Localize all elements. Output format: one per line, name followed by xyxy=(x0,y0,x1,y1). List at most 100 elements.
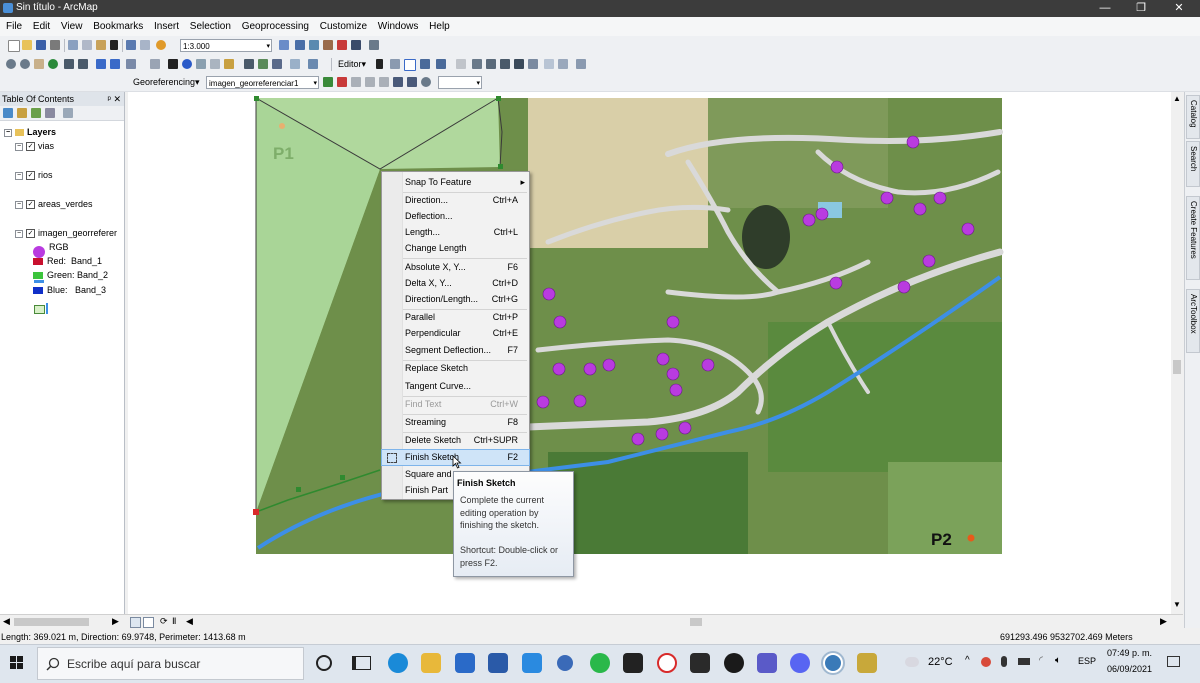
map-scale-combo[interactable]: 1:3.000 ▾ xyxy=(180,39,272,52)
full-extent-icon[interactable] xyxy=(48,59,58,69)
layer-areas-verdes[interactable]: − ✓ areas_verdes xyxy=(15,199,93,210)
cinema-app-icon[interactable] xyxy=(690,653,710,673)
clock-date[interactable]: 06/09/2021 xyxy=(1107,664,1152,674)
create-features-tab[interactable]: Create Features xyxy=(1186,196,1200,280)
editor-menu[interactable]: Editor▾ xyxy=(338,59,366,70)
security-icon[interactable] xyxy=(981,657,991,667)
menu-item-absolute-xy[interactable]: Absolute X, Y... F6 xyxy=(382,260,529,275)
layer-rios[interactable]: − ✓ rios xyxy=(15,170,53,181)
mail-icon[interactable] xyxy=(455,653,475,673)
redo-icon[interactable] xyxy=(140,40,150,50)
file-explorer-icon[interactable] xyxy=(421,653,441,673)
arccatalog-icon[interactable] xyxy=(857,653,877,673)
model-builder-icon[interactable] xyxy=(369,40,379,50)
catalog-tab[interactable]: Catalog xyxy=(1186,95,1200,139)
scale-icon[interactable] xyxy=(365,77,375,87)
back-extent-icon[interactable] xyxy=(96,59,106,69)
map-scroll-right-icon[interactable]: ▶ xyxy=(1160,616,1167,627)
python-window-icon[interactable] xyxy=(351,40,361,50)
windows-start-icon[interactable] xyxy=(10,656,24,670)
menu-insert[interactable]: Insert xyxy=(150,19,183,34)
layer-imagen-georreferenciar[interactable]: − ✓ imagen_georreferer xyxy=(15,228,117,239)
menu-item-direction-length[interactable]: Direction/Length... Ctrl+G xyxy=(382,292,529,307)
menu-view[interactable]: View xyxy=(57,19,87,34)
toc-pin-close[interactable]: ᵖ ✕ xyxy=(108,92,121,106)
xbox-icon[interactable] xyxy=(724,653,744,673)
notion-icon[interactable] xyxy=(623,653,643,673)
create-features-icon[interactable] xyxy=(576,59,586,69)
open-folder-icon[interactable] xyxy=(22,40,32,50)
endpoint-arc-icon[interactable] xyxy=(420,59,430,69)
hyperlink-icon[interactable] xyxy=(196,59,206,69)
straight-segment-icon[interactable] xyxy=(404,59,416,71)
volume-icon[interactable]: 🔈︎ xyxy=(1055,655,1061,666)
menu-item-change-length[interactable]: Change Length xyxy=(382,241,529,256)
battery-icon[interactable] xyxy=(1018,658,1030,665)
minimize-button[interactable]: — xyxy=(1088,0,1122,17)
layer-vias[interactable]: − ✓ vias xyxy=(15,141,54,152)
menu-bookmarks[interactable]: Bookmarks xyxy=(89,19,147,34)
find-icon[interactable] xyxy=(244,59,254,69)
language-indicator[interactable]: ESP xyxy=(1078,656,1096,666)
edit-tool-icon[interactable] xyxy=(376,59,383,69)
georef-input-field[interactable]: ▾ xyxy=(438,76,482,89)
signal-icon[interactable] xyxy=(557,655,573,671)
time-slider-icon[interactable] xyxy=(290,59,300,69)
menu-selection[interactable]: Selection xyxy=(186,19,235,34)
arcmap-taskbar-icon[interactable] xyxy=(821,651,845,675)
discord-icon[interactable] xyxy=(790,653,810,673)
flip-icon[interactable] xyxy=(421,77,431,87)
search-window-icon[interactable] xyxy=(323,40,333,50)
fixed-zoom-out-icon[interactable] xyxy=(78,59,88,69)
shift-icon[interactable] xyxy=(351,77,361,87)
menu-item-streaming[interactable]: Streaming F8 xyxy=(382,415,529,430)
menu-item-length[interactable]: Length... Ctrl+L xyxy=(382,225,529,240)
opera-icon[interactable] xyxy=(657,653,677,673)
refresh-icon[interactable]: ⟳ xyxy=(160,616,168,627)
measure-icon[interactable] xyxy=(224,59,234,69)
fixed-zoom-in-icon[interactable] xyxy=(64,59,74,69)
create-viewer-icon[interactable] xyxy=(308,59,318,69)
whatsapp-icon[interactable] xyxy=(590,653,610,673)
show-hidden-icons-icon[interactable]: ^ xyxy=(965,655,970,666)
map-canvas[interactable]: P1 P2 xyxy=(128,92,1171,614)
sketch-properties-icon[interactable] xyxy=(558,59,568,69)
word-icon[interactable] xyxy=(488,653,508,673)
georef-rotate-icon[interactable] xyxy=(379,77,389,87)
identify-icon[interactable] xyxy=(182,59,192,69)
editor-toolbar-icon[interactable] xyxy=(279,40,289,50)
taskbar-search[interactable]: Escribe aquí para buscar xyxy=(37,647,304,680)
clock-time[interactable]: 07:49 p. m. xyxy=(1107,648,1152,658)
map-horizontal-scrollbar[interactable]: ◀ ▶ ⟳ Ⅱ ◀ ▶ xyxy=(0,614,1183,629)
menu-windows[interactable]: Windows xyxy=(374,19,423,34)
html-popup-icon[interactable] xyxy=(210,59,220,69)
select-features-icon[interactable] xyxy=(126,59,136,69)
teams-icon[interactable] xyxy=(757,653,777,673)
split-tool-icon[interactable] xyxy=(514,59,524,69)
select-elements-icon[interactable] xyxy=(168,59,178,69)
cut-icon[interactable] xyxy=(68,40,78,50)
paste-icon[interactable] xyxy=(96,40,106,50)
toc-scroll-left-icon[interactable]: ◀ xyxy=(3,616,10,627)
task-view-icon[interactable] xyxy=(352,656,371,670)
pause-drawing-icon[interactable]: Ⅱ xyxy=(172,616,176,627)
attributes-icon[interactable] xyxy=(544,59,554,69)
find-route-icon[interactable] xyxy=(258,59,268,69)
notifications-icon[interactable] xyxy=(1167,656,1180,667)
map-scroll-left-icon[interactable]: ◀ xyxy=(186,616,193,627)
georeferencing-menu[interactable]: Georeferencing▾ xyxy=(133,77,200,88)
edit-vertices-icon[interactable] xyxy=(472,59,482,69)
cortana-icon[interactable] xyxy=(316,655,332,671)
zoom-in-icon[interactable] xyxy=(6,59,16,69)
catalog-window-icon[interactable] xyxy=(309,40,319,50)
zoom-out-icon[interactable] xyxy=(20,59,30,69)
trace-icon[interactable] xyxy=(436,59,446,69)
menu-item-delete-sketch[interactable]: Delete Sketch Ctrl+SUPR xyxy=(382,433,529,448)
toc-hscroll-thumb[interactable] xyxy=(14,618,89,626)
scroll-down-icon[interactable]: ▼ xyxy=(1173,600,1181,609)
table-of-contents-icon[interactable] xyxy=(295,40,305,50)
microphone-icon[interactable] xyxy=(1001,656,1007,667)
close-button[interactable]: ✕ xyxy=(1162,0,1196,17)
wifi-icon[interactable]: ◜ xyxy=(1039,655,1043,666)
scroll-up-icon[interactable]: ▲ xyxy=(1173,94,1181,103)
